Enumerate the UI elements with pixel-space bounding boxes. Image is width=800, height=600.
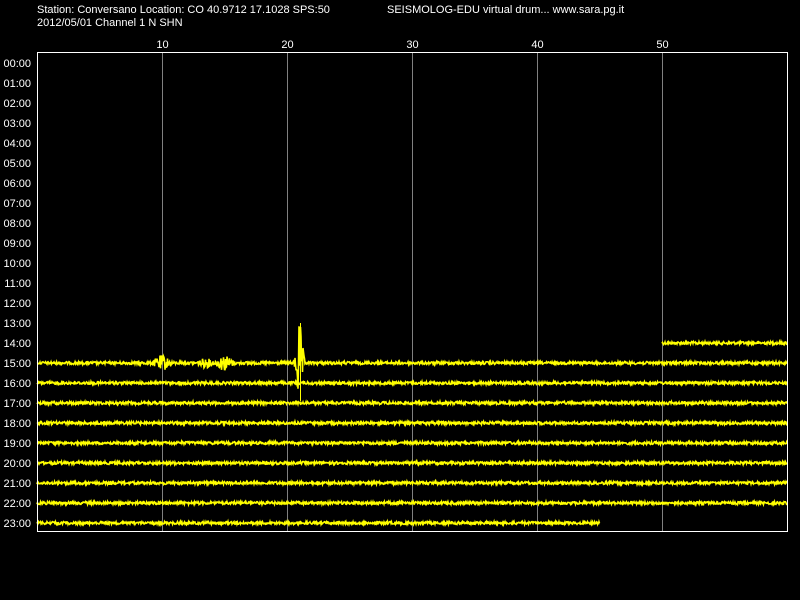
hour-label: 14:00 — [3, 338, 31, 350]
hour-label: 11:00 — [4, 278, 31, 290]
hour-label: 12:00 — [3, 298, 31, 310]
hour-label: 20:00 — [3, 458, 31, 470]
trace-1900 — [36, 438, 788, 448]
hour-label: 04:00 — [3, 138, 31, 150]
trace-2200 — [36, 498, 788, 508]
hour-label: 09:00 — [3, 238, 31, 250]
x-tick-label-10: 10 — [156, 39, 168, 51]
trace-1600 — [36, 378, 788, 388]
hour-label: 19:00 — [3, 438, 31, 450]
hour-label: 23:00 — [3, 518, 31, 530]
hour-label: 15:00 — [3, 358, 31, 370]
hour-label: 03:00 — [3, 118, 31, 130]
hour-label: 22:00 — [3, 498, 31, 510]
hour-label: 01:00 — [3, 78, 31, 90]
grid-lines — [162, 52, 663, 531]
hour-label: 08:00 — [3, 218, 31, 230]
x-tick-labels: 10 20 30 40 50 — [156, 39, 668, 51]
hour-label: 10:00 — [3, 258, 31, 270]
hour-label: 21:00 — [3, 478, 31, 490]
trace-1700 — [36, 398, 788, 408]
hour-label: 07:00 — [3, 198, 31, 210]
trace-2300 — [36, 518, 601, 528]
hour-label: 02:00 — [3, 98, 31, 110]
x-tick-label-40: 40 — [531, 39, 543, 51]
trace-2000 — [36, 458, 788, 468]
hour-label: 00:00 — [3, 58, 31, 70]
hour-label: 06:00 — [3, 178, 31, 190]
hour-label: 18:00 — [3, 418, 31, 430]
hour-label: 05:00 — [3, 158, 31, 170]
hour-label: 17:00 — [3, 398, 31, 410]
seismogram-drum-chart: 10 20 30 40 50 00:00 01:00 02:00 03:00 04:00 05:0… — [3, 39, 788, 532]
hour-labels: 00:00 01:00 02:00 03:00 04:00 05:00 06:00 07:00… — [3, 58, 31, 530]
x-tick-label-50: 50 — [656, 39, 668, 51]
x-tick-label-20: 20 — [281, 39, 293, 51]
hour-label: 13:00 — [3, 318, 31, 330]
x-tick-label-30: 30 — [406, 39, 418, 51]
hour-label: 16:00 — [3, 378, 31, 390]
trace-2100 — [36, 478, 788, 488]
trace-1400 — [661, 338, 788, 348]
